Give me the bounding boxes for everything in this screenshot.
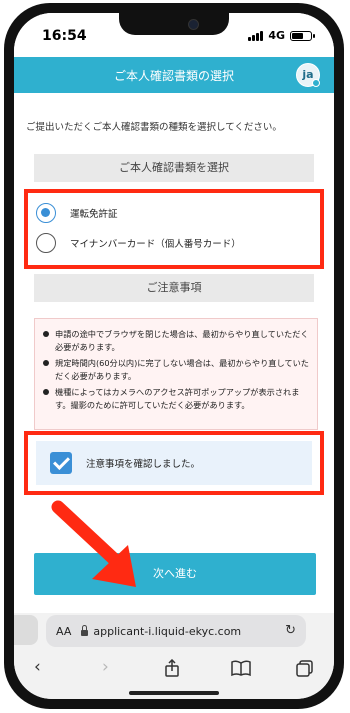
share-icon[interactable] (164, 659, 180, 677)
notice-item: 申請の途中でブラウザを閉じた場合は、最初からやり直していただく必要があります。 (43, 328, 309, 353)
radio-selected-icon[interactable] (36, 203, 56, 223)
notice-box: 申請の途中でブラウザを閉じた場合は、最初からやり直していただく必要があります。 … (34, 318, 318, 430)
address-bar[interactable]: AA applicant-i.liquid-ekyc.com ↻ (46, 615, 306, 647)
arrow-annotation-icon (51, 500, 136, 587)
battery-icon (290, 30, 315, 41)
phone-frame: 16:54 4G ご本人確認書類の選択 ja ご提出いただくご本人確認書類の種類… (4, 3, 344, 709)
network-label: 4G (268, 29, 285, 42)
radio-empty-icon[interactable] (36, 233, 56, 253)
confirm-checkbox-row[interactable]: 注意事項を確認しました。 (36, 441, 312, 485)
notice-heading: ご注意事項 (34, 274, 314, 302)
url-text: applicant-i.liquid-ekyc.com (93, 624, 242, 638)
signal-icon (248, 30, 264, 41)
notch (119, 13, 229, 35)
option-my-number-card[interactable]: マイナンバーカード（個人番号カード） (36, 233, 241, 253)
browser-toolbar: ‹ › (14, 653, 334, 683)
select-heading: ご本人確認書類を選択 (34, 154, 314, 182)
main-content: ご提出いただくご本人確認書類の種類を選択してください。 ご本人確認書類を選択 運… (14, 93, 334, 613)
home-indicator (129, 691, 219, 695)
reader-settings-button[interactable]: AA (56, 625, 71, 638)
page-title: ご本人確認書類の選択 (113, 69, 234, 83)
previous-tab[interactable] (14, 615, 38, 645)
status-time: 16:54 (42, 28, 87, 44)
reload-icon[interactable]: ↻ (285, 623, 296, 638)
bookmarks-icon[interactable] (231, 660, 251, 676)
status-indicators: 4G (248, 29, 315, 42)
screen: 16:54 4G ご本人確認書類の選択 ja ご提出いただくご本人確認書類の種類… (14, 13, 334, 699)
lock-icon (81, 625, 89, 636)
checkbox-checked-icon[interactable] (50, 452, 72, 474)
notice-item: 規定時間内(60分以内)に完了しない場合は、最初からやり直していただく必要があり… (43, 357, 309, 382)
camera-icon (188, 19, 199, 30)
option-drivers-license[interactable]: 運転免許証 (36, 203, 118, 223)
option-label: マイナンバーカード（個人番号カード） (70, 239, 241, 250)
bullet-icon (43, 389, 49, 395)
app-header: ご本人確認書類の選択 ja (14, 57, 334, 93)
option-label: 運転免許証 (70, 209, 118, 220)
browser-chrome: AA applicant-i.liquid-ekyc.com ↻ ‹ › (14, 613, 334, 699)
intro-text: ご提出いただくご本人確認書類の種類を選択してください。 (26, 122, 282, 133)
tabs-icon[interactable] (296, 660, 314, 678)
notice-item: 機種によってはカメラへのアクセス許可ポップアップが表示されます。撮影のために許可… (43, 386, 309, 411)
avatar[interactable]: ja (296, 63, 320, 87)
bullet-icon (43, 360, 49, 366)
forward-icon[interactable]: › (102, 657, 109, 677)
confirm-label: 注意事項を確認しました。 (86, 459, 201, 470)
back-icon[interactable]: ‹ (34, 657, 41, 677)
highlight-box-options (24, 189, 324, 269)
bullet-icon (43, 331, 49, 337)
